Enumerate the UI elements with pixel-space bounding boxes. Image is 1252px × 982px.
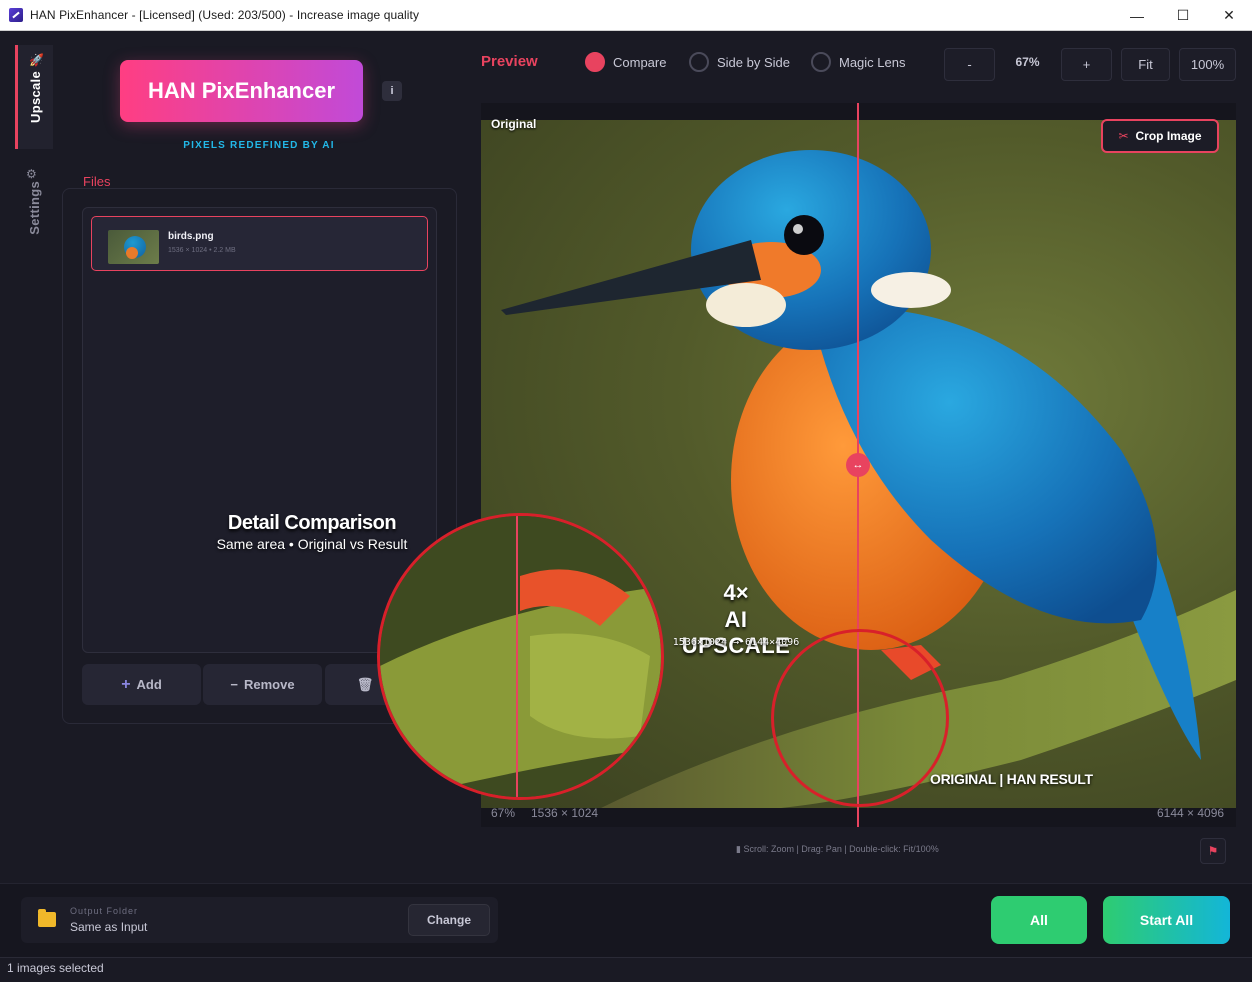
status-bar [0,957,1252,982]
files-list[interactable] [82,207,437,653]
radio-dot [811,52,831,72]
trash-icon: 🗑 [356,676,374,692]
mode-magic-lens-label: Magic Lens [839,54,906,70]
compare-split-handle[interactable]: ↔ [846,453,870,477]
add-button[interactable]: + Add [82,664,201,705]
compare-overlay-label: ORIGINAL | HAN RESULT [930,771,1093,787]
output-folder-value: Same as Input [70,920,148,934]
status-text: 1 images selected [7,961,104,975]
mode-compare-label: Compare [613,54,667,70]
gear-icon: ⚙ [26,167,37,181]
radio-dot [689,52,709,72]
upscale-title: AI UPSCALE [681,607,791,658]
preview-hint: ▮ Scroll: Zoom | Drag: Pan | Double-clic… [736,844,939,855]
preview-hint-text: Scroll: Zoom | Drag: Pan | Double-click:… [743,844,939,854]
flag-icon[interactable]: ⚑ [1200,838,1226,864]
magnifier-split-line [516,516,518,797]
detail-comparison-title: Detail Comparison [227,512,397,534]
tab-settings-label: Settings [26,181,42,235]
add-label: Add [136,677,162,692]
footer-result-size: 6144 × 4096 [1157,806,1225,820]
file-item[interactable]: birds.png 1536 × 1024 • 2.2 MB [91,216,428,271]
sidebar-tabs: 🚀 Upscale ⚙ Settings [15,45,53,265]
tab-upscale-label: Upscale [28,71,43,123]
zoom-level: 67% [1015,55,1040,69]
tab-upscale[interactable]: 🚀 Upscale [15,45,53,149]
zoom-out-button[interactable]: - [944,48,995,81]
file-meta: 1536 × 1024 • 2.2 MB [168,247,236,254]
tagline: PIXELS REDEFINED BY AI [183,140,335,151]
rocket-icon: 🚀 [29,53,44,67]
title-bar: HAN PixEnhancer - [Licensed] (Used: 203/… [0,0,1252,31]
magnified-branch [380,516,661,797]
file-thumbnail [108,230,159,264]
minimize-button[interactable]: — [1114,0,1160,31]
plus-icon: + [121,675,131,693]
preview-title: Preview [481,53,538,70]
upscale-dimensions: 1536×1024 → 6144×4096 [672,637,800,648]
app-icon [9,8,23,22]
crop-image-label: Crop Image [1135,129,1202,143]
maximize-button[interactable]: ☐ [1160,0,1206,31]
mode-compare-radio[interactable]: Compare [585,52,666,72]
window-title: HAN PixEnhancer - [Licensed] (Used: 203/… [30,8,420,22]
info-icon[interactable]: i [382,81,402,101]
close-button[interactable]: ✕ [1206,0,1252,31]
output-folder-label: Output Folder [70,906,139,916]
upscale-factor: 4× [723,580,749,605]
file-name: birds.png [168,231,214,242]
start-all-button[interactable]: Start All [1103,896,1230,944]
zoom-fit-button[interactable]: Fit [1121,48,1170,81]
radio-dot [585,52,605,72]
change-folder-button[interactable]: Change [408,904,490,936]
detail-magnifier [377,513,664,800]
tab-settings[interactable]: ⚙ Settings [15,163,53,253]
zoom-in-button[interactable]: + [1061,48,1112,81]
all-button[interactable]: All [991,896,1087,944]
window-controls: — ☐ ✕ [1114,0,1252,31]
original-label: Original [491,117,537,131]
footer-original-size: 1536 × 1024 [531,806,599,820]
folder-icon [38,909,56,927]
zoom-100-button[interactable]: 100% [1179,48,1236,81]
scissors-icon: ✂ [1118,129,1129,143]
footer-zoom: 67% [491,806,516,820]
mode-side-by-side-label: Side by Side [717,54,790,70]
crop-image-button[interactable]: ✂ Crop Image [1101,119,1219,153]
detail-comparison-subtitle: Same area • Original vs Result [216,536,408,552]
remove-label: Remove [244,677,295,692]
remove-button[interactable]: − Remove [203,664,322,705]
minus-icon: − [230,677,238,692]
mode-magic-lens-radio[interactable]: Magic Lens [811,52,905,72]
mode-side-by-side-radio[interactable]: Side by Side [689,52,790,72]
files-label: Files [83,174,111,189]
app-logo: HAN PixEnhancer [120,60,363,122]
